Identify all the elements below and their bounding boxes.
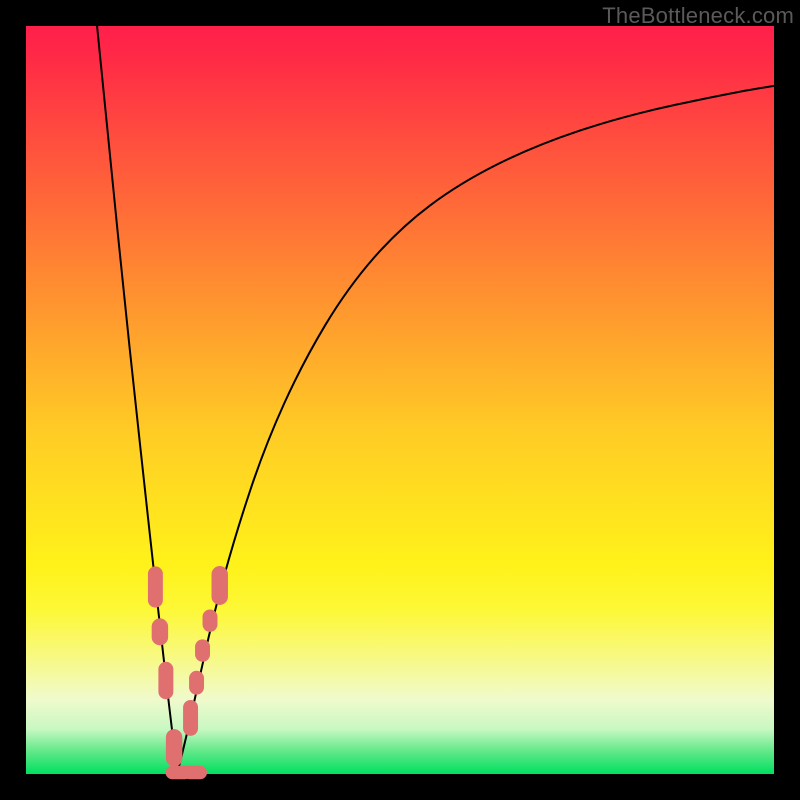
marker-point	[212, 566, 228, 605]
curve-left-branch	[97, 26, 177, 774]
marker-point	[183, 700, 198, 736]
chart-svg	[26, 26, 774, 774]
marker-point	[148, 566, 163, 607]
marker-point	[166, 729, 182, 766]
marker-point	[158, 662, 173, 699]
marker-point	[189, 671, 204, 695]
marker-point	[195, 639, 210, 661]
curve-right-branch	[177, 86, 774, 774]
curve-layer	[97, 26, 774, 774]
plot-area	[26, 26, 774, 774]
watermark-text: TheBottleneck.com	[602, 3, 794, 29]
marker-point	[203, 609, 218, 631]
chart-container: TheBottleneck.com	[0, 0, 800, 800]
marker-point	[183, 766, 207, 779]
marker-layer	[148, 566, 228, 779]
marker-point	[152, 618, 168, 645]
